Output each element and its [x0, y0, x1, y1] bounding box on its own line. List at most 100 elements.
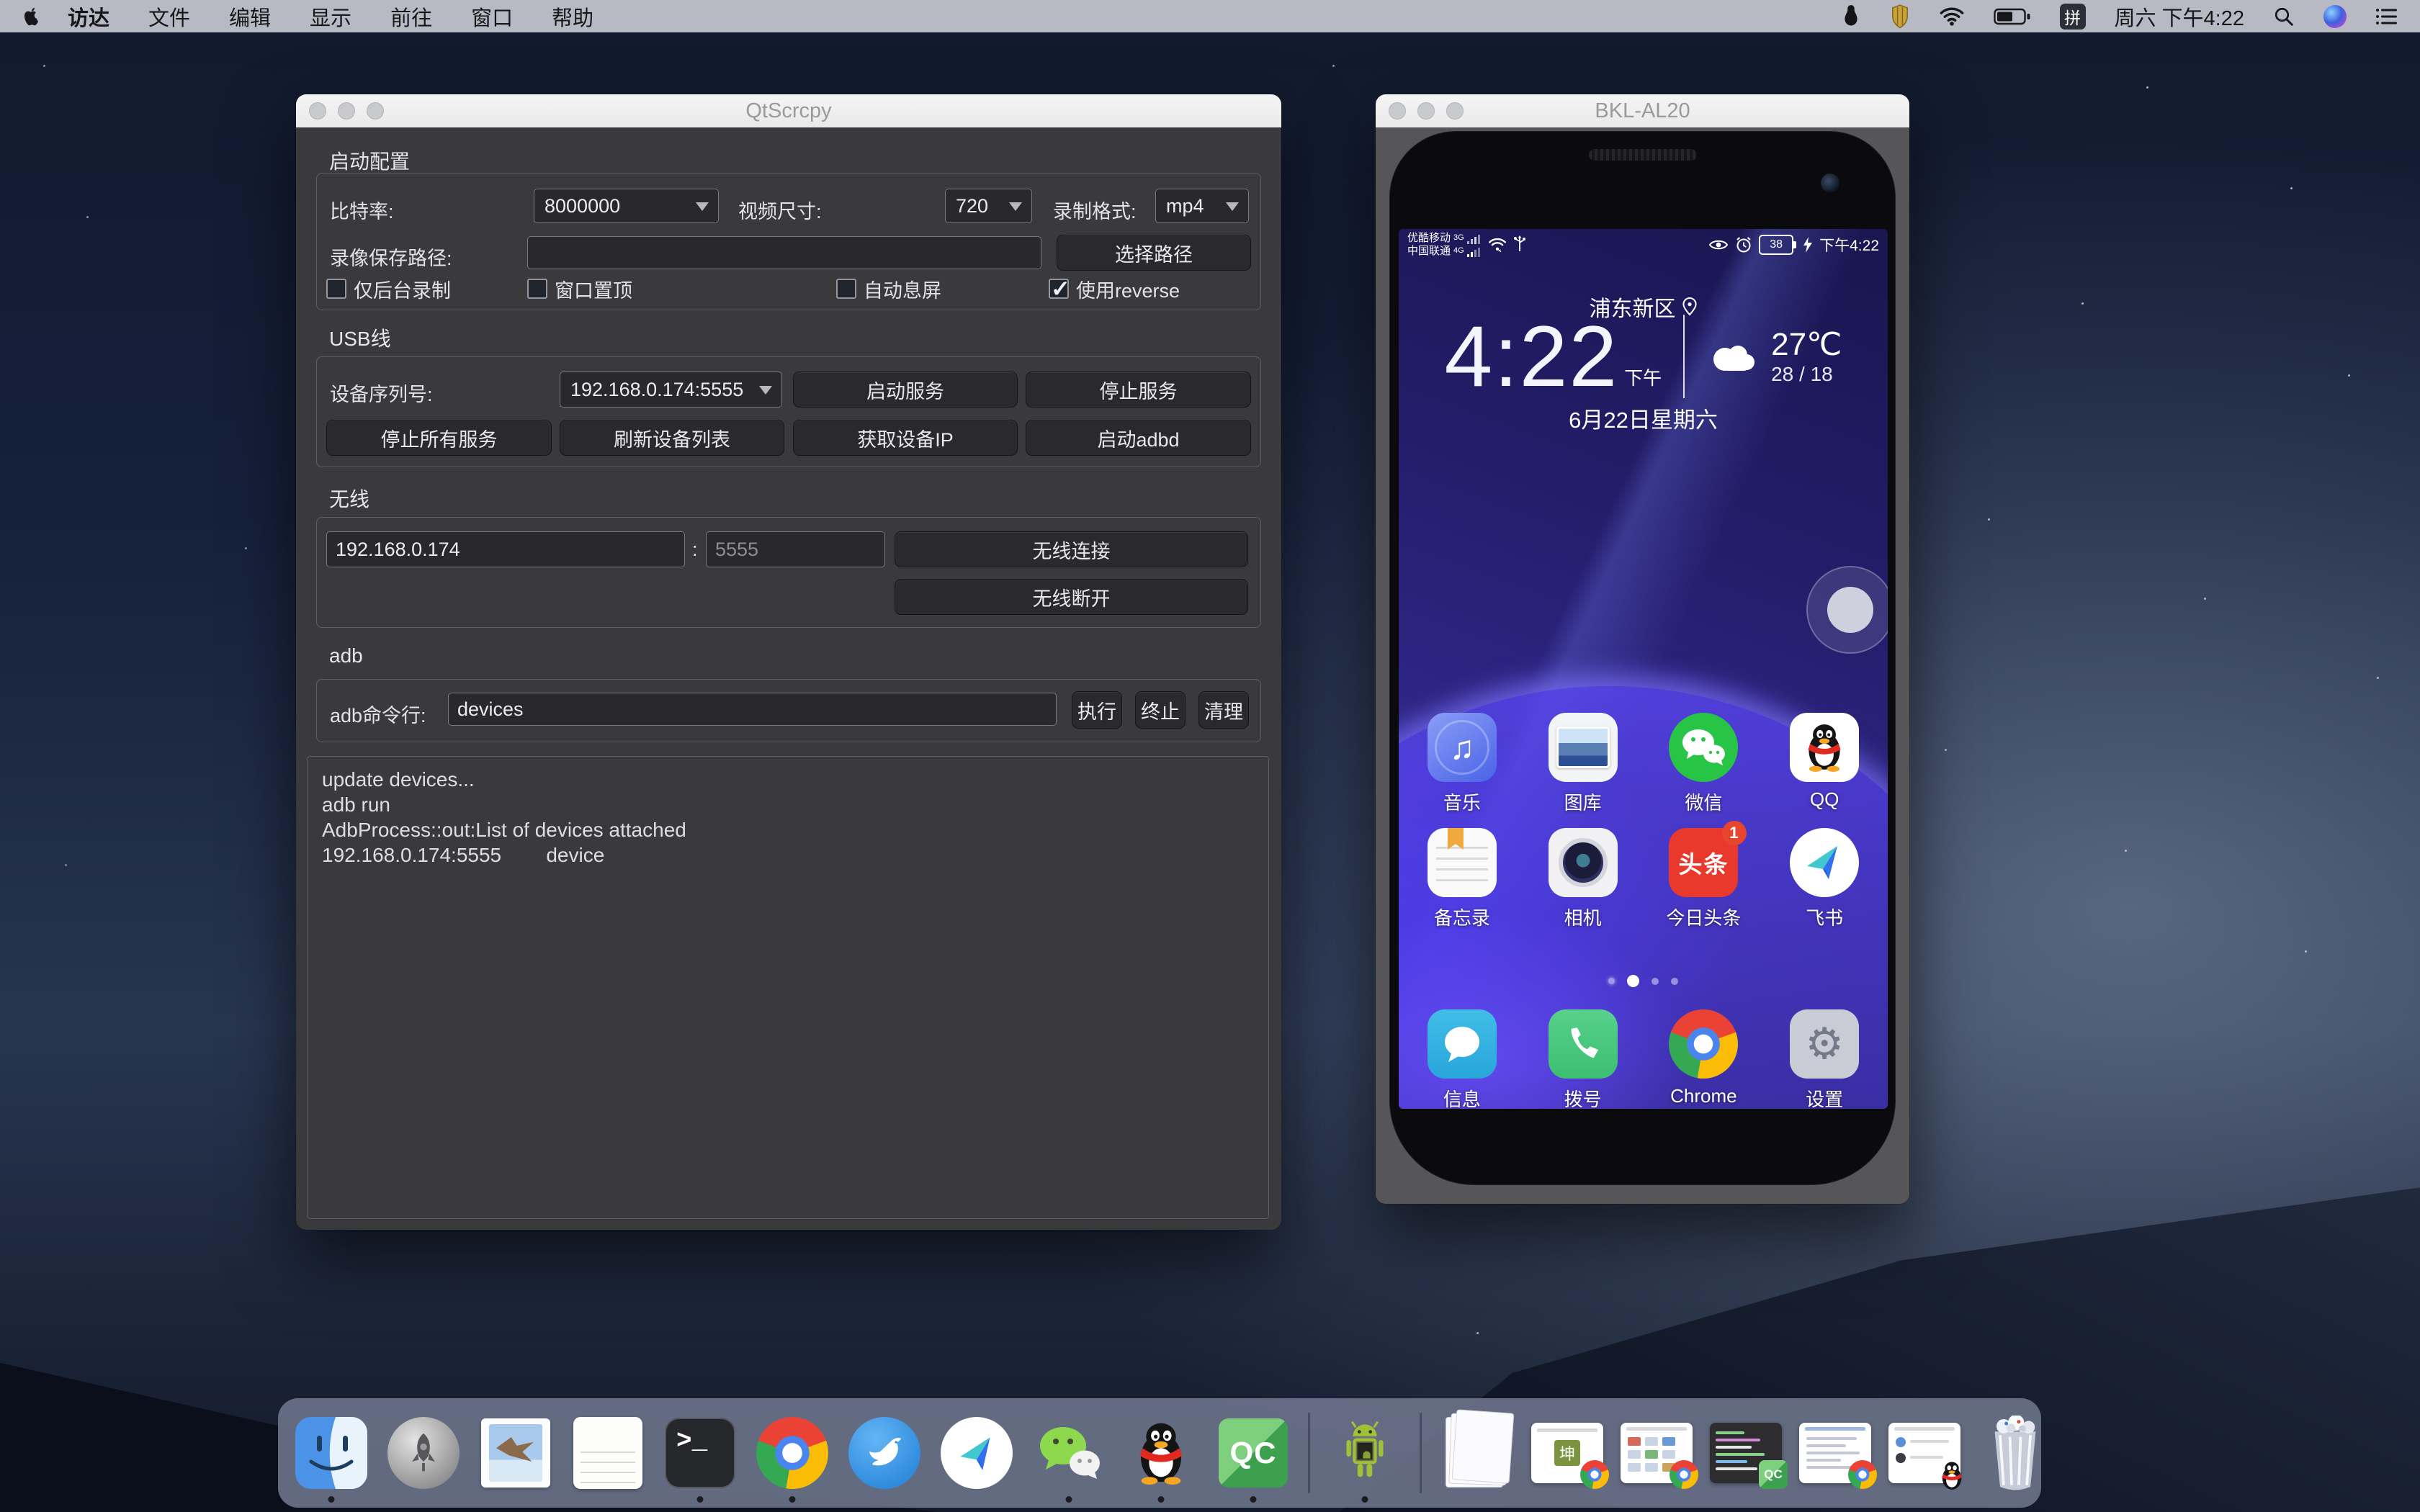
- notification-center-icon[interactable]: [2375, 6, 2398, 27]
- qtscrcpy-titlebar[interactable]: QtScrcpy: [296, 94, 1281, 128]
- dock-finder[interactable]: [294, 1416, 369, 1490]
- refresh-devices-button[interactable]: 刷新设备列表: [560, 420, 784, 456]
- settings-gear-icon[interactable]: ⚙: [1790, 1009, 1859, 1079]
- weather-widget[interactable]: 27℃ 28 / 18: [1706, 327, 1842, 386]
- wireless-ip-input[interactable]: [326, 531, 685, 567]
- bitrate-combo[interactable]: 8000000: [534, 189, 719, 223]
- shield-icon[interactable]: [1890, 4, 1910, 29]
- stop-service-button[interactable]: 停止服务: [1026, 372, 1251, 408]
- battery-icon[interactable]: [1994, 6, 2031, 27]
- qq-penguin-icon[interactable]: [1841, 4, 1861, 29]
- app-label: 音乐: [1443, 788, 1481, 815]
- start-adbd-button[interactable]: 启动adbd: [1026, 420, 1251, 456]
- minimized-window-kun[interactable]: 坤: [1531, 1423, 1603, 1483]
- dock-android-scrcpy[interactable]: [1327, 1416, 1402, 1490]
- minimized-window-qtcreator[interactable]: QC: [1710, 1423, 1782, 1483]
- camera-icon[interactable]: [1549, 828, 1618, 897]
- dock-mail[interactable]: [478, 1416, 553, 1490]
- checkbox-auto-screen-off[interactable]: 自动息屏: [836, 275, 941, 302]
- dock-qq[interactable]: [1124, 1416, 1198, 1490]
- dock-trash[interactable]: [1978, 1416, 2053, 1490]
- dock-chrome[interactable]: [755, 1416, 830, 1490]
- dialer-icon[interactable]: [1549, 1009, 1618, 1079]
- search-icon[interactable]: [2273, 6, 2295, 27]
- assistive-touch-ball[interactable]: [1806, 566, 1888, 654]
- stop-all-services-button[interactable]: 停止所有服务: [326, 420, 552, 456]
- messages-icon[interactable]: [1428, 1009, 1497, 1079]
- menu-file[interactable]: 文件: [148, 1, 190, 32]
- checkbox-box[interactable]: [1049, 279, 1069, 299]
- dock-terminal[interactable]: >_: [663, 1416, 738, 1490]
- record-format-combo[interactable]: mp4: [1155, 189, 1249, 223]
- app-settings[interactable]: ⚙ 设置: [1764, 1009, 1885, 1109]
- app-notes[interactable]: 备忘录: [1402, 828, 1523, 930]
- clock-widget[interactable]: 4:22 下午 27℃ 28 / 18: [1399, 312, 1888, 400]
- apple-logo-icon[interactable]: [22, 6, 40, 27]
- minimized-window-chrome[interactable]: [1799, 1423, 1871, 1483]
- phone-speaker: [1589, 149, 1697, 161]
- checkbox-use-reverse[interactable]: 使用reverse: [1049, 275, 1180, 302]
- adb-stop-button[interactable]: 终止: [1135, 691, 1186, 729]
- minimized-window-qq[interactable]: [1888, 1423, 1960, 1483]
- serial-combo[interactable]: 192.168.0.174:5555: [560, 372, 782, 408]
- minimized-window-grid[interactable]: [1621, 1423, 1693, 1483]
- app-toutiao[interactable]: 头条 1 今日头条: [1644, 828, 1765, 930]
- wireless-port-input[interactable]: [706, 531, 885, 567]
- wechat-icon[interactable]: [1669, 713, 1738, 782]
- choose-path-button[interactable]: 选择路径: [1057, 235, 1251, 271]
- wireless-disconnect-button[interactable]: 无线断开: [895, 579, 1248, 615]
- dock-launchpad[interactable]: [386, 1416, 461, 1490]
- dock-seal-app[interactable]: [847, 1416, 922, 1490]
- record-path-input[interactable]: [527, 236, 1041, 269]
- wifi-icon[interactable]: [1939, 6, 1965, 27]
- music-icon[interactable]: ♫: [1428, 713, 1497, 782]
- menu-edit[interactable]: 编辑: [229, 1, 271, 32]
- app-camera[interactable]: 相机: [1523, 828, 1644, 930]
- menu-bar-clock[interactable]: 周六 下午4:22: [2115, 1, 2245, 32]
- dock-qtcreator[interactable]: QC: [1216, 1416, 1291, 1490]
- app-messages[interactable]: 信息: [1402, 1009, 1523, 1109]
- siri-icon[interactable]: [2323, 5, 2347, 28]
- app-music[interactable]: ♫ 音乐: [1402, 713, 1523, 815]
- chrome-icon[interactable]: [1669, 1009, 1738, 1079]
- notes-icon[interactable]: [1428, 828, 1497, 897]
- dock-wechat[interactable]: [1031, 1416, 1106, 1490]
- phone-window-titlebar[interactable]: BKL-AL20: [1376, 94, 1909, 128]
- adb-run-button[interactable]: 执行: [1072, 691, 1122, 729]
- checkbox-box[interactable]: [836, 279, 856, 299]
- dock-notes[interactable]: [570, 1416, 645, 1490]
- dock-lark[interactable]: [939, 1416, 1014, 1490]
- widget-date: 6月22日星期六: [1399, 402, 1888, 434]
- menu-window[interactable]: 窗口: [471, 1, 513, 32]
- menu-view[interactable]: 显示: [310, 1, 351, 32]
- app-wechat[interactable]: 微信: [1644, 713, 1765, 815]
- checkbox-background-record[interactable]: 仅后台录制: [326, 275, 451, 302]
- phone-screen[interactable]: 优酷移动 3G 中国联通 4G: [1399, 229, 1888, 1109]
- start-service-button[interactable]: 启动服务: [793, 372, 1018, 408]
- toutiao-icon[interactable]: 头条 1: [1669, 828, 1738, 897]
- app-feishu[interactable]: 飞书: [1764, 828, 1885, 930]
- menu-go[interactable]: 前往: [390, 1, 432, 32]
- video-size-label: 视频尺寸:: [738, 196, 822, 224]
- menu-finder[interactable]: 访达: [68, 1, 109, 32]
- adb-cmd-input[interactable]: [448, 693, 1057, 726]
- app-gallery[interactable]: 图库: [1523, 713, 1644, 815]
- dock-documents-stack[interactable]: [1439, 1416, 1514, 1490]
- app-dialer[interactable]: 拨号: [1523, 1009, 1644, 1109]
- video-size-combo[interactable]: 720: [945, 189, 1032, 223]
- get-device-ip-button[interactable]: 获取设备IP: [793, 420, 1018, 456]
- gallery-icon[interactable]: [1549, 713, 1618, 782]
- app-label: 拨号: [1564, 1085, 1602, 1109]
- checkbox-always-on-top[interactable]: 窗口置顶: [527, 275, 632, 302]
- adb-clear-button[interactable]: 清理: [1198, 691, 1249, 729]
- app-chrome[interactable]: Chrome: [1644, 1009, 1765, 1109]
- menu-help[interactable]: 帮助: [552, 1, 593, 32]
- app-qq[interactable]: QQ: [1764, 713, 1885, 815]
- qq-icon[interactable]: [1790, 713, 1859, 782]
- feishu-icon[interactable]: [1790, 828, 1859, 897]
- pinyin-input-icon[interactable]: 拼: [2060, 4, 2086, 30]
- wireless-connect-button[interactable]: 无线连接: [895, 531, 1248, 567]
- adb-log-output[interactable]: update devices... adb run AdbProcess::ou…: [307, 756, 1269, 1219]
- checkbox-box[interactable]: [527, 279, 547, 299]
- checkbox-box[interactable]: [326, 279, 346, 299]
